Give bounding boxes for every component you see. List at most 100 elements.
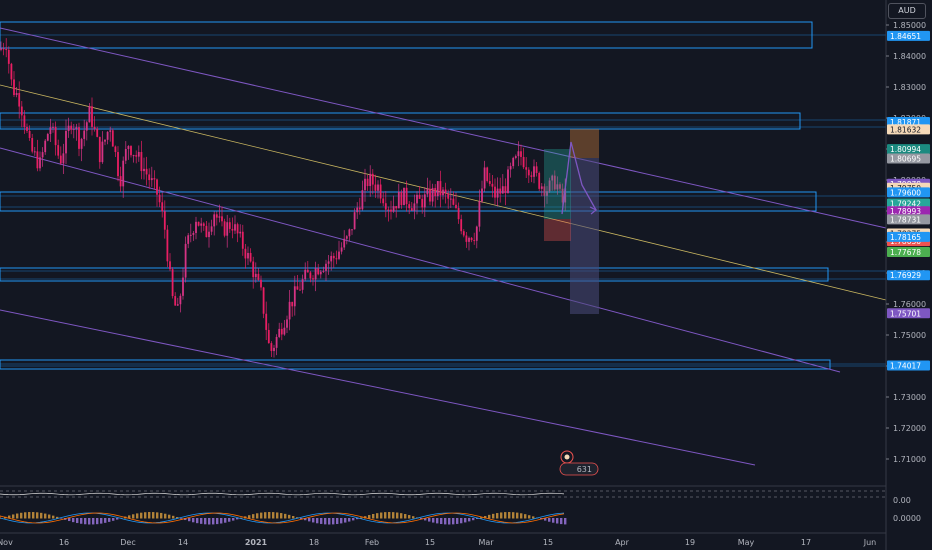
long-loss-zone: [544, 219, 571, 241]
candle-body: [520, 151, 522, 157]
histogram-bar: [324, 518, 327, 525]
currency-badge[interactable]: AUD: [888, 3, 926, 19]
histogram-bar: [520, 513, 523, 519]
candle-body: [132, 155, 135, 157]
candle-body: [130, 146, 132, 156]
price-tick-label: 1.85000: [893, 21, 926, 30]
price-label-text: 1.76929: [890, 271, 921, 280]
histogram-bar: [76, 518, 79, 524]
histogram-bar: [252, 514, 255, 519]
candle-body: [150, 178, 153, 181]
candle-body: [338, 251, 340, 259]
candle-body: [351, 229, 353, 231]
candle-body: [483, 167, 486, 189]
candle-body: [286, 319, 288, 328]
candle-body: [176, 304, 179, 306]
candle-body: [124, 148, 127, 161]
candle-body: [462, 231, 465, 236]
candle-body: [96, 128, 99, 137]
candle-body: [540, 186, 543, 189]
candle-body: [496, 188, 499, 198]
candle-body: [13, 79, 15, 96]
histogram-bar: [380, 512, 383, 519]
price-tick-label: 1.71000: [893, 455, 926, 464]
candle-body: [52, 126, 54, 128]
candle-body: [36, 151, 39, 169]
candle-body: [10, 63, 13, 80]
candle-body: [439, 181, 442, 196]
price-tick-label: 1.83000: [893, 83, 926, 92]
histogram-bar: [96, 518, 99, 525]
histogram-bar: [452, 518, 455, 525]
channel-lines[interactable]: [0, 27, 887, 466]
candle-body: [223, 221, 226, 236]
histogram-bar: [492, 513, 495, 519]
price-label-text: 1.78731: [890, 215, 921, 224]
histogram-bar: [552, 518, 555, 523]
histogram-bar: [84, 518, 87, 525]
histogram-bar: [228, 518, 231, 522]
candle-body: [343, 238, 346, 248]
histogram-bar: [564, 518, 567, 525]
candle-body: [434, 187, 437, 197]
candle-body: [517, 151, 520, 157]
histogram-bar: [428, 518, 431, 522]
histogram-bar: [204, 518, 207, 525]
candle-body: [210, 226, 213, 232]
candle-body: [213, 214, 216, 227]
time-tick-label: 15: [425, 538, 435, 547]
price-label-text: 1.75701: [890, 309, 921, 318]
candle-body: [247, 252, 249, 259]
candle-body: [85, 122, 88, 131]
candle-body: [382, 198, 385, 204]
price-tick-label: 1.73000: [893, 393, 926, 402]
candle-body: [374, 184, 377, 191]
histogram-bar: [456, 518, 459, 524]
candle-body: [306, 269, 309, 273]
candle-body: [345, 236, 348, 239]
candle-body: [410, 208, 413, 211]
histogram-bar: [104, 518, 107, 523]
candle-body: [387, 209, 390, 211]
candlestick-series: [0, 38, 567, 358]
candle-body: [59, 155, 62, 164]
time-tick-label: May: [738, 538, 755, 547]
histogram-bar: [404, 514, 407, 519]
candle-body: [397, 191, 400, 209]
candle-body: [93, 126, 96, 129]
candle-body: [169, 261, 171, 270]
candle-body: [481, 188, 483, 202]
candle-body: [533, 166, 535, 177]
histogram-bar: [408, 515, 411, 519]
histogram-bar: [440, 518, 443, 525]
time-axis[interactable]: Nov 16 Dec 14 2021 18 Feb 15 Mar 15 Apr 19 May 17 Jun: [0, 538, 876, 547]
candle-body: [317, 268, 320, 275]
histogram-bar: [448, 518, 451, 525]
candle-body: [57, 145, 60, 156]
price-label-text: 1.79600: [890, 188, 921, 197]
price-label-text: 1.77678: [890, 248, 921, 257]
candle-body: [468, 237, 470, 242]
candle-body: [348, 229, 351, 237]
price-label-text: 1.81632: [890, 125, 921, 134]
candle-body: [195, 221, 197, 233]
candle-body: [249, 252, 252, 262]
time-tick-label: Jun: [863, 538, 877, 547]
candle-body: [119, 176, 122, 187]
price-tick-label: 1.72000: [893, 424, 926, 433]
histogram-bar: [412, 516, 415, 519]
histogram-bar: [224, 518, 227, 523]
time-tick-label: 14: [178, 538, 188, 547]
price-chart[interactable]: 631 1.850001.840001.830001.820001.810001…: [0, 0, 932, 550]
candle-body: [395, 206, 398, 209]
candle-body: [239, 231, 242, 234]
histogram-bar: [180, 518, 183, 519]
candle-body: [330, 255, 333, 262]
zone-3: [0, 191, 817, 212]
candle-body: [54, 126, 57, 146]
candle-body: [275, 336, 278, 348]
candle-body: [444, 189, 447, 194]
candle-body: [535, 166, 538, 173]
histogram-bar: [288, 514, 291, 519]
histogram-bar: [444, 518, 447, 525]
